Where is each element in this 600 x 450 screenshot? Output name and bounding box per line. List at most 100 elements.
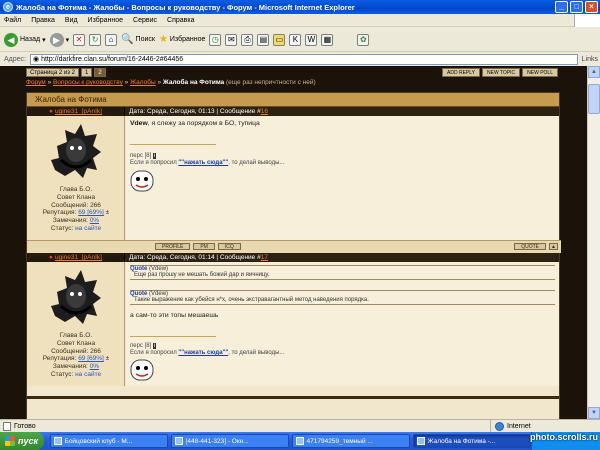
message-number-link[interactable]: 17	[261, 254, 268, 261]
quote-button[interactable]: QUOTE	[514, 243, 546, 250]
scroll-down-arrow-icon[interactable]: ▼	[588, 407, 600, 419]
forum-post: ● ugine31_[pAnIk] Дата: Среда, Сегодня, …	[27, 253, 559, 399]
breadcrumb-complaints[interactable]: Жалобы	[130, 79, 156, 86]
post-author: ● ugine31_[pAnIk]	[27, 253, 125, 262]
research-button[interactable]: W	[305, 33, 318, 46]
signature-image	[130, 359, 154, 381]
author-sidebar: Глава Б.О. Совет Клана Сообщений: 266 Ре…	[27, 262, 125, 386]
menu-help[interactable]: Справка	[167, 17, 194, 24]
app-icon	[295, 437, 304, 445]
page-link-1[interactable]: 1	[80, 68, 93, 77]
author-reputation: Репутация: 69 [69%] ±	[42, 355, 110, 363]
menu-view[interactable]: Вид	[65, 17, 78, 24]
chevron-down-icon: ▾	[42, 36, 46, 44]
signature-link[interactable]: ""нажать сюда""	[178, 160, 228, 166]
info-icon[interactable]: i	[152, 343, 157, 349]
history-button[interactable]: ◷	[209, 33, 222, 46]
signature: перс [8] i Если я попросил ""нажать сюда…	[130, 343, 285, 356]
taskbar-item[interactable]: Бойцовский клуб - М...	[49, 434, 168, 448]
print-button[interactable]: ⎙	[241, 33, 254, 46]
breadcrumb-questions[interactable]: Вопросы к руководству	[53, 79, 123, 86]
forward-button[interactable]: ▶ ▾	[49, 32, 70, 47]
reputation-link[interactable]: 69 [69%]	[78, 209, 104, 216]
scroll-up-icon[interactable]: ▲	[549, 243, 558, 250]
menu-file[interactable]: Файл	[4, 17, 21, 24]
taskbar-item-active[interactable]: Жалоба на Фотима -...	[412, 434, 531, 448]
back-button[interactable]: ◀ Назад ▾	[4, 32, 46, 47]
author-post-count: Сообщений: 266	[51, 201, 101, 209]
breadcrumb-forum[interactable]: Форум	[26, 79, 46, 86]
page-content: Страница 2 из 2 1 2 ADD REPLY NEW TOPIC …	[0, 66, 587, 419]
pm-button[interactable]: PM	[193, 243, 215, 250]
plus-icon[interactable]: ±	[106, 209, 110, 216]
taskbar-item[interactable]: [448-441-323] - Окн...	[170, 434, 289, 448]
quote-block: Quote (Vdew) Еще раз прошу не мешать бож…	[130, 265, 555, 280]
search-button[interactable]: 🔍 Поиск	[121, 34, 155, 45]
globe-icon	[495, 421, 504, 431]
star-icon: ★	[158, 34, 168, 45]
favorites-label: Избранное	[169, 36, 206, 43]
maximize-button[interactable]: □	[570, 1, 583, 13]
page-icon: ◉	[32, 56, 40, 63]
scroll-up-arrow-icon[interactable]: ▲	[588, 66, 600, 78]
signature: перс [8] i Если я попросил ""нажать сюда…	[130, 153, 285, 166]
toolbar: ◀ Назад ▾ ▶ ▾ ✕ ↻ ⌂ 🔍 Поиск ★ Избранное …	[0, 28, 600, 52]
menu-edit[interactable]: Правка	[31, 17, 55, 24]
plus-icon[interactable]: ±	[106, 355, 110, 362]
warnings-link[interactable]: 0%	[90, 217, 99, 224]
taskbar-item[interactable]: 471794259_темный ...	[291, 434, 410, 448]
chevron-down-icon: ▾	[65, 36, 70, 44]
links-label[interactable]: Links	[582, 56, 598, 63]
page-current: 2	[94, 68, 106, 77]
new-poll-button[interactable]: NEW POLL	[522, 68, 558, 77]
signature-link[interactable]: ""нажать сюда""	[178, 350, 228, 356]
info-icon[interactable]: i	[152, 153, 157, 159]
reputation-link[interactable]: 69 [69%]	[78, 355, 104, 362]
signature-image	[130, 170, 154, 192]
warnings-link[interactable]: 0%	[90, 363, 99, 370]
post-text: а сам-то эти топы мешаешь	[130, 312, 219, 319]
mail-button[interactable]: ✉	[225, 33, 238, 46]
forum-thread: Жалоба на Фотима ● ugine31_[pAnIk] Дата:…	[26, 92, 561, 419]
quote-text: Такие выражение как убейся н*х, очень эк…	[130, 297, 555, 305]
scrollbar-thumb[interactable]	[588, 84, 600, 114]
author-link[interactable]: ugine31_[pAnIk]	[55, 254, 102, 261]
author-status: Статус: на сайте	[50, 224, 102, 232]
tools-button[interactable]: ▦	[321, 33, 334, 46]
start-button[interactable]: пуск	[0, 432, 44, 450]
edit-button[interactable]: ▤	[257, 33, 270, 46]
close-button[interactable]: ×	[585, 1, 598, 13]
forum-title: Жалоба на Фотима	[27, 93, 559, 107]
home-button[interactable]: ⌂	[105, 33, 118, 46]
icq-button[interactable]: ICQ	[217, 243, 241, 250]
windows-logo-icon	[574, 14, 600, 27]
author-rank: Глава Б.О.	[59, 332, 93, 339]
search-label: Поиск	[135, 36, 155, 43]
message-number-link[interactable]: 16	[261, 108, 268, 115]
status-bar: Готово Internet	[0, 419, 600, 433]
back-arrow-icon: ◀	[4, 32, 18, 47]
minimize-button[interactable]: _	[555, 1, 568, 13]
address-input[interactable]: ◉ http://darkfire.clan.su/forum/16-2446-…	[29, 53, 578, 65]
breadcrumb-current: Жалоба на Фотима	[162, 79, 225, 86]
icq-button[interactable]: ✿	[357, 33, 370, 46]
new-topic-button[interactable]: NEW TOPIC	[482, 68, 521, 77]
forward-arrow-icon: ▶	[49, 32, 64, 47]
menu-tools[interactable]: Сервис	[133, 17, 157, 24]
profile-button[interactable]: PROFILE	[155, 243, 191, 250]
stop-button[interactable]: ✕	[73, 33, 86, 46]
author-post-count: Сообщений: 266	[51, 347, 101, 355]
post-header: ● ugine31_[pAnIk] Дата: Среда, Сегодня, …	[27, 107, 559, 116]
post-meta: Дата: Среда, Сегодня, 01:14 | Сообщение …	[129, 254, 268, 261]
menu-favorites[interactable]: Избранное	[88, 17, 123, 24]
search-icon: 🔍	[121, 34, 134, 45]
refresh-button[interactable]: ↻	[89, 33, 102, 46]
favorites-button[interactable]: ★ Избранное	[159, 34, 205, 45]
messenger-button[interactable]: K	[289, 33, 302, 46]
folder-button[interactable]: ▭	[273, 33, 286, 46]
add-reply-button[interactable]: ADD REPLY	[442, 68, 480, 77]
author-link[interactable]: ugine31_[pAnIk]	[55, 108, 102, 115]
author-info: Глава Б.О. Совет Клана Сообщений: 266 Ре…	[27, 332, 125, 379]
ie-app-icon	[416, 437, 425, 445]
vertical-scrollbar[interactable]: ▲ ▼	[587, 66, 600, 419]
